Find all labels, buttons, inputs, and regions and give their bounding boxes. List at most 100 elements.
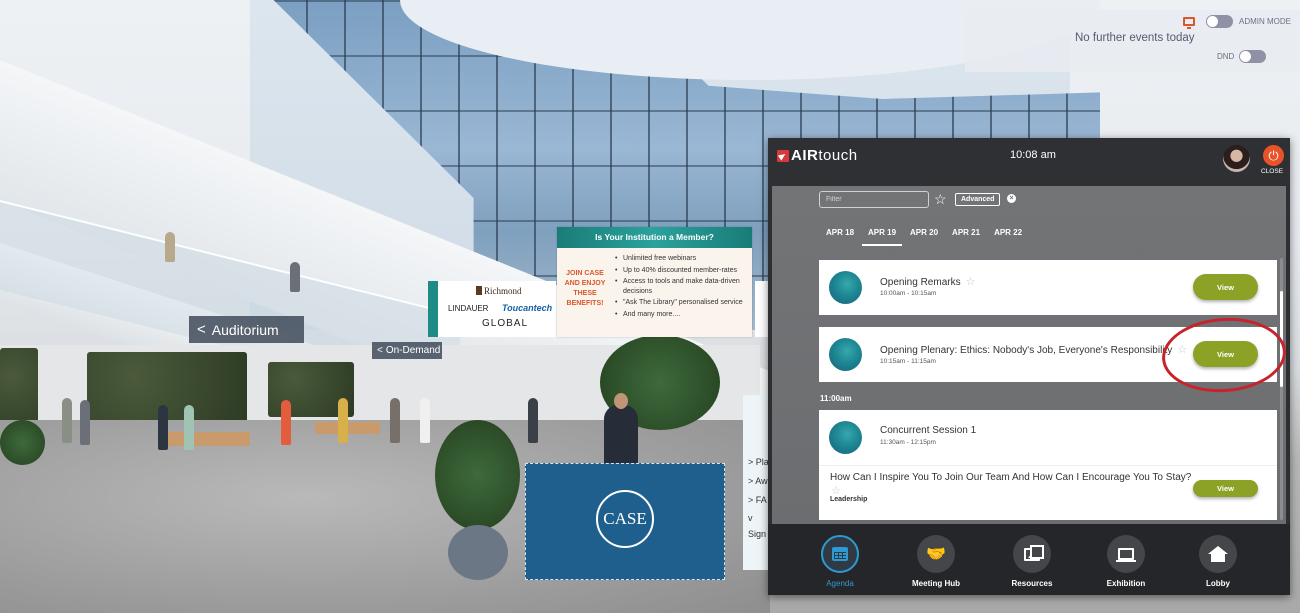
tab-apr-19[interactable]: APR 19 bbox=[862, 228, 903, 246]
receptionist-avatar[interactable] bbox=[604, 393, 638, 465]
side-panel-item[interactable]: Sign bbox=[748, 529, 766, 539]
sponsor-logo-richmond: Richmond bbox=[476, 286, 522, 296]
sponsor-logo-toucantech: Toucantech bbox=[502, 303, 553, 313]
advanced-filter-button[interactable]: Advanced bbox=[955, 193, 1001, 206]
session-title-text: Opening Remarks bbox=[880, 277, 961, 288]
avatar-figure bbox=[62, 398, 72, 443]
divider bbox=[819, 465, 1277, 466]
membership-banner[interactable]: Is Your Institution a Member? JOIN CASE … bbox=[557, 227, 752, 337]
session-time: 10:00am - 10:15am bbox=[880, 290, 937, 297]
side-panel-item[interactable]: v bbox=[748, 513, 753, 523]
scrollbar[interactable] bbox=[1280, 258, 1283, 520]
plant bbox=[0, 420, 45, 465]
membership-callout: JOIN CASE AND ENJOY THESE BENEFITS! bbox=[564, 270, 606, 307]
nav-label: Agenda bbox=[826, 579, 854, 588]
view-button[interactable]: View bbox=[1193, 274, 1258, 300]
subsession-title: How Can I Inspire You To Join Our Team A… bbox=[830, 472, 1192, 483]
session-card: Opening Plenary: Ethics: Nobody's Job, E… bbox=[819, 327, 1277, 382]
nav-label: Lobby bbox=[1206, 579, 1230, 588]
nav-agenda[interactable]: Agenda bbox=[792, 535, 888, 588]
tab-apr-22[interactable]: APR 22 bbox=[994, 228, 1022, 243]
tab-apr-18[interactable]: APR 18 bbox=[826, 228, 854, 243]
dnd-toggle[interactable] bbox=[1239, 50, 1266, 63]
session-time: 11:30am - 12:15pm bbox=[880, 439, 936, 446]
session-thumbnail bbox=[829, 271, 862, 304]
screen-icon bbox=[1107, 535, 1145, 573]
nav-resources[interactable]: Resources bbox=[984, 535, 1080, 588]
clear-filter-icon[interactable]: × bbox=[1007, 194, 1016, 203]
reception-desk[interactable]: CASE bbox=[525, 463, 725, 580]
avatar-figure bbox=[420, 398, 430, 443]
time-group-header: 11:00am bbox=[820, 394, 852, 403]
scroll-thumb[interactable] bbox=[1280, 291, 1283, 387]
user-avatar[interactable] bbox=[1223, 145, 1250, 172]
app-header: AIRtouch 10:08 am ⏻ CLOSE bbox=[768, 138, 1290, 186]
on-demand-sign[interactable]: < On-Demand bbox=[372, 342, 442, 359]
tab-apr-20[interactable]: APR 20 bbox=[910, 228, 938, 243]
sponsor-logo-lindauer: LINDAUER bbox=[448, 304, 489, 313]
handshake-icon: 🤝 bbox=[917, 535, 955, 573]
avatar-figure bbox=[528, 398, 538, 443]
case-logo: CASE bbox=[596, 490, 654, 548]
nav-label: Resources bbox=[1011, 579, 1053, 588]
avatar-figure bbox=[165, 232, 175, 262]
paper-plane-icon bbox=[777, 149, 789, 162]
brand-bold: AIR bbox=[791, 147, 819, 164]
monitor-icon[interactable] bbox=[1183, 17, 1195, 29]
favorite-star-icon[interactable]: ☆ bbox=[1177, 344, 1187, 356]
calendar-icon bbox=[821, 535, 859, 573]
session-card: Concurrent Session 1 11:30am - 12:15pm H… bbox=[819, 410, 1277, 520]
sponsor-banner[interactable]: Richmond LINDAUER Toucantech GLOBAL bbox=[428, 281, 556, 337]
close-label[interactable]: CLOSE bbox=[1261, 168, 1283, 175]
benefit-item: "Ask The Library" personalised service bbox=[615, 298, 751, 308]
on-demand-label: On-Demand bbox=[385, 345, 441, 356]
auditorium-sign[interactable]: < Auditorium bbox=[189, 316, 304, 343]
current-time: 10:08 am bbox=[1010, 149, 1056, 161]
membership-banner-title: Is Your Institution a Member? bbox=[557, 227, 752, 248]
admin-mode-toggle[interactable] bbox=[1206, 15, 1233, 28]
favorites-star-icon[interactable]: ☆ bbox=[934, 190, 947, 208]
avatar-figure bbox=[338, 398, 348, 443]
view-button[interactable]: View bbox=[1193, 480, 1258, 497]
power-icon[interactable]: ⏻ bbox=[1263, 145, 1284, 166]
benefit-item: And many more.... bbox=[615, 310, 751, 320]
session-title: Opening Plenary: Ethics: Nobody's Job, E… bbox=[880, 343, 1187, 356]
benefit-item: Unlimited free webinars bbox=[615, 254, 751, 264]
nav-label: Meeting Hub bbox=[912, 579, 960, 588]
potted-palm bbox=[435, 420, 520, 530]
filter-input[interactable] bbox=[819, 191, 929, 208]
avatar-figure bbox=[290, 262, 300, 292]
chevron-left-icon: < bbox=[197, 321, 206, 338]
side-panel-item[interactable]: > Aw bbox=[748, 476, 768, 486]
auditorium-label: Auditorium bbox=[211, 321, 279, 338]
benefit-item: Access to tools and make data-driven dec… bbox=[615, 277, 751, 296]
nav-lobby[interactable]: Lobby bbox=[1170, 535, 1266, 588]
avatar-figure bbox=[281, 400, 291, 445]
session-title-text: Opening Plenary: Ethics: Nobody's Job, E… bbox=[880, 345, 1173, 356]
nav-meeting-hub[interactable]: 🤝 Meeting Hub bbox=[888, 535, 984, 588]
airtouch-app: AIRtouch 10:08 am ⏻ CLOSE ☆ Advanced × A… bbox=[768, 138, 1290, 595]
avatar-figure bbox=[184, 405, 194, 450]
side-panel-item[interactable]: > Pla bbox=[748, 457, 769, 467]
bench bbox=[165, 432, 250, 446]
nav-exhibition[interactable]: Exhibition bbox=[1078, 535, 1174, 588]
tab-apr-21[interactable]: APR 21 bbox=[952, 228, 980, 243]
benefits-list: Unlimited free webinars Up to 40% discou… bbox=[615, 254, 751, 321]
media-icon bbox=[1013, 535, 1051, 573]
session-thumbnail bbox=[829, 421, 862, 454]
notification-message: No further events today bbox=[1075, 32, 1195, 44]
side-panel-item[interactable]: > FA bbox=[748, 495, 767, 505]
subsession-track: Leadership bbox=[830, 496, 868, 503]
view-button[interactable]: View bbox=[1193, 341, 1258, 367]
session-time: 10:15am - 11:15am bbox=[880, 358, 936, 365]
favorite-star-icon[interactable]: ☆ bbox=[966, 276, 976, 288]
session-title: Opening Remarks ☆ bbox=[880, 275, 975, 288]
session-thumbnail bbox=[829, 338, 862, 371]
session-card: Opening Remarks ☆ 10:00am - 10:15am View bbox=[819, 260, 1277, 315]
bottom-nav: Agenda 🤝 Meeting Hub Resources Exhibitio… bbox=[768, 524, 1290, 595]
avatar-figure bbox=[80, 400, 90, 445]
chevron-left-icon: < bbox=[377, 345, 383, 356]
avatar-figure bbox=[390, 398, 400, 443]
session-title: Concurrent Session 1 bbox=[880, 425, 977, 436]
home-icon bbox=[1199, 535, 1237, 573]
